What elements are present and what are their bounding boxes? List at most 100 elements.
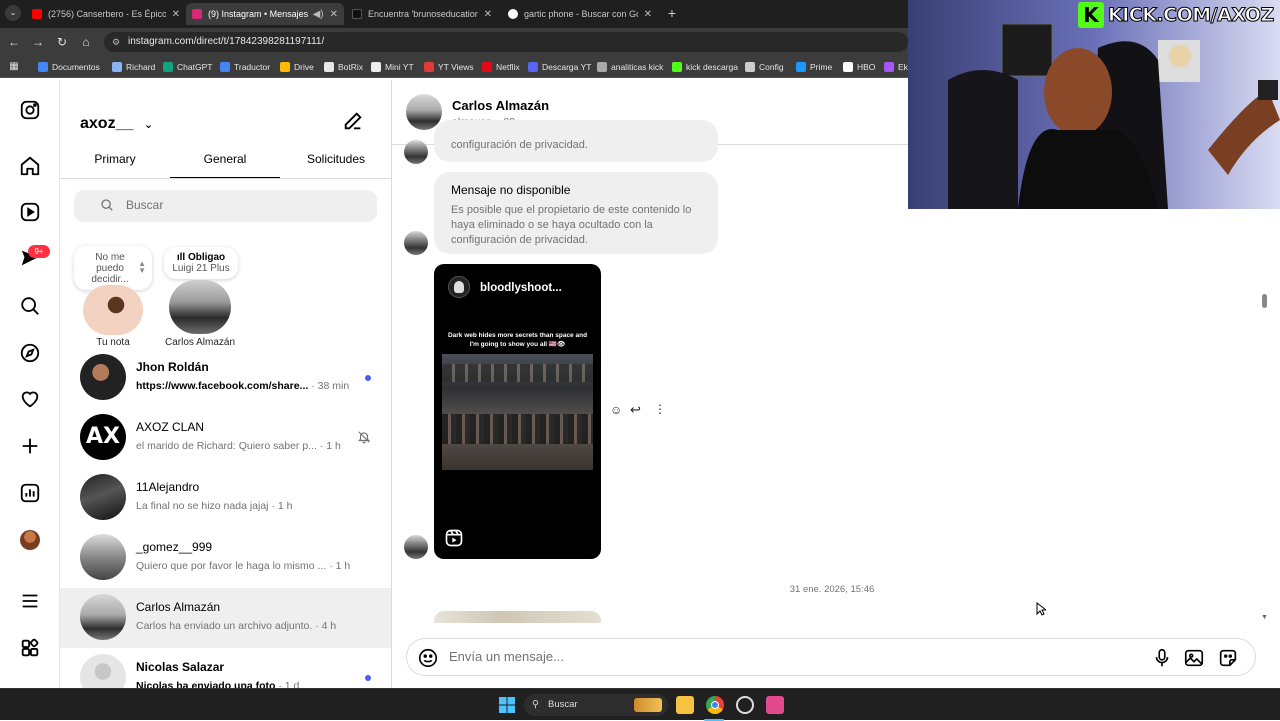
dashboard-icon[interactable] xyxy=(18,481,42,505)
sticker-icon[interactable] xyxy=(1217,647,1239,669)
search-box[interactable] xyxy=(74,190,377,222)
conversation-name: Jhon Roldán xyxy=(136,360,209,374)
address-bar[interactable]: ⚙ instagram.com/direct/t/178423982811971… xyxy=(104,32,908,52)
profile-avatar[interactable] xyxy=(18,528,42,552)
search-icon[interactable] xyxy=(18,294,42,318)
message-input[interactable] xyxy=(449,649,1049,664)
bookmark-drive[interactable]: Drive xyxy=(280,60,314,74)
bookmark-netflix[interactable]: Netflix xyxy=(482,60,520,74)
reply-icon[interactable]: ↩ xyxy=(630,402,641,418)
instagram-sidebar: 9+ xyxy=(0,80,60,688)
scrollbar-thumb[interactable] xyxy=(1262,294,1267,308)
app-icon[interactable] xyxy=(766,696,784,714)
bookmark-config[interactable]: Config xyxy=(745,60,784,74)
shared-reel[interactable]: bloodlyshoot... Dark web hides more secr… xyxy=(434,264,601,559)
instagram-logo-icon[interactable] xyxy=(18,98,42,122)
image-upload-icon[interactable] xyxy=(1183,647,1205,669)
scroll-down-arrow[interactable]: ▼ xyxy=(1261,614,1268,621)
create-icon[interactable] xyxy=(18,434,42,458)
conversation-preview: La final no se hizo nada jajaj · 1 h xyxy=(136,500,292,512)
bookmark-prime[interactable]: Prime xyxy=(796,60,832,74)
tab-primary[interactable]: Primary xyxy=(60,152,170,178)
tab-search-button[interactable]: ⌄ xyxy=(5,5,21,21)
conversation-row[interactable]: Carlos Almazán Carlos ha enviado un archi… xyxy=(60,588,391,648)
bookmark-label: Drive xyxy=(294,62,314,72)
message-timestamp: 31 ene. 2026, 15:46 xyxy=(789,584,875,595)
site-settings-icon[interactable]: ⚙ xyxy=(112,32,120,52)
sender-avatar[interactable] xyxy=(404,140,428,164)
bookmark-descarga-yt[interactable]: Descarga YT xyxy=(528,60,591,74)
windows-start-icon[interactable] xyxy=(498,696,516,714)
bookmark-chatgpt[interactable]: ChatGPT xyxy=(163,60,212,74)
bookmark-yt-views[interactable]: YT Views xyxy=(424,60,474,74)
heart-icon[interactable] xyxy=(18,387,42,411)
apps-grid-icon[interactable]: ▦ xyxy=(6,59,22,75)
also-from-meta-icon[interactable] xyxy=(18,636,42,660)
conversation-avatar xyxy=(80,534,126,580)
sender-avatar[interactable] xyxy=(404,231,428,255)
bookmark-ek[interactable]: Ek xyxy=(884,60,908,74)
microphone-icon[interactable] xyxy=(1151,647,1173,669)
conversation-row[interactable]: Nicolas Salazar Nicolas ha enviado una fo… xyxy=(60,648,391,688)
preview-text: el marido de Richard: Quiero saber p... xyxy=(136,440,317,452)
chrome-icon[interactable] xyxy=(706,696,724,714)
reels-icon[interactable] xyxy=(18,200,42,224)
sender-avatar[interactable] xyxy=(404,535,428,559)
forward-icon[interactable]: → xyxy=(30,34,46,50)
obs-icon[interactable] xyxy=(736,696,754,714)
search-input[interactable] xyxy=(126,198,346,212)
conversation-row[interactable]: 11Alejandro La final no se hizo nada jaja… xyxy=(60,468,391,528)
my-note-bubble[interactable]: No me puedo decidir... ▲ ▼ xyxy=(74,246,152,290)
bookmark-documentos[interactable]: Documentos xyxy=(38,60,100,74)
bookmark-favicon-icon xyxy=(371,62,381,72)
bookmark-label: BotRix xyxy=(338,62,364,72)
browser-tab-google[interactable]: gartic phone - Buscar con Goo ✕ xyxy=(502,3,658,25)
my-note-avatar[interactable] xyxy=(83,285,143,335)
search-icon: ⚲ xyxy=(532,699,539,710)
bookmark-favicon-icon xyxy=(745,62,755,72)
bookmark-traductor[interactable]: Traductor xyxy=(220,60,270,74)
note-text: No me xyxy=(95,252,125,263)
close-tab-icon[interactable]: ✕ xyxy=(644,9,652,20)
browser-tab-youtube[interactable]: (2756) Canserbero - Es Épico (V ✕ xyxy=(26,3,186,25)
close-tab-icon[interactable]: ✕ xyxy=(484,9,492,20)
back-icon[interactable]: ← xyxy=(6,34,22,50)
menu-icon[interactable] xyxy=(18,589,42,613)
new-message-icon[interactable] xyxy=(342,110,366,134)
browser-tab-instagram[interactable]: (9) Instagram • Mensajes ◀) ✕ xyxy=(186,3,344,25)
tab-requests[interactable]: Solicitudes xyxy=(280,152,391,178)
tab-general[interactable]: General xyxy=(170,152,280,178)
reload-icon[interactable]: ↻ xyxy=(54,34,70,50)
audio-playing-icon[interactable]: ◀) xyxy=(313,9,324,20)
react-emoji-icon[interactable]: ☺ xyxy=(610,403,622,417)
contact-note-bubble[interactable]: ıll Obligao Luigi 21 Plus xyxy=(164,247,238,279)
bookmark-hbo[interactable]: HBO xyxy=(843,60,875,74)
taskbar-search[interactable]: ⚲ Buscar xyxy=(524,694,668,716)
bookmark-richard[interactable]: Richard xyxy=(112,60,155,74)
home-icon[interactable] xyxy=(18,154,42,178)
bookmark-label: Config xyxy=(759,62,784,72)
more-options-icon[interactable]: ⋮ xyxy=(654,402,666,416)
bookmark-mini-yt[interactable]: Mini YT xyxy=(371,60,414,74)
bookmark-label: Netflix xyxy=(496,62,520,72)
conversation-row[interactable]: _gomez__999 Quiero que por favor le haga … xyxy=(60,528,391,588)
bookmark-label: YT Views xyxy=(438,62,474,72)
new-tab-icon[interactable]: + xyxy=(664,5,680,21)
account-switcher[interactable]: axoz__ ⌄ xyxy=(80,115,153,133)
conversation-row[interactable]: AX AXOZ CLAN el marido de Richard: Quiero … xyxy=(60,408,391,468)
reel-caption: Dark web hides more secrets than space a… xyxy=(447,332,588,348)
unavailable-message-bubble[interactable]: Mensaje no disponible Es posible que el … xyxy=(434,172,718,254)
bookmark-kick-descarga[interactable]: kick descarga xyxy=(672,60,738,74)
next-attachment-preview[interactable] xyxy=(434,611,601,623)
bookmark-analiticas-kick[interactable]: analiticas kick xyxy=(597,60,663,74)
emoji-icon[interactable] xyxy=(417,647,439,669)
contact-note-avatar[interactable] xyxy=(169,280,231,334)
file-explorer-icon[interactable] xyxy=(676,696,694,714)
bookmark-botrix[interactable]: BotRix xyxy=(324,60,363,74)
browser-tab-tiktok[interactable]: Encuentra 'brunoseducationco ✕ xyxy=(346,3,498,25)
home-icon[interactable]: ⌂ xyxy=(78,34,94,50)
close-tab-icon[interactable]: ✕ xyxy=(172,9,180,20)
close-tab-icon[interactable]: ✕ xyxy=(330,9,338,20)
explore-icon[interactable] xyxy=(18,341,42,365)
conversation-row[interactable]: Jhon Roldán https://www.facebook.com/shar… xyxy=(60,348,391,408)
